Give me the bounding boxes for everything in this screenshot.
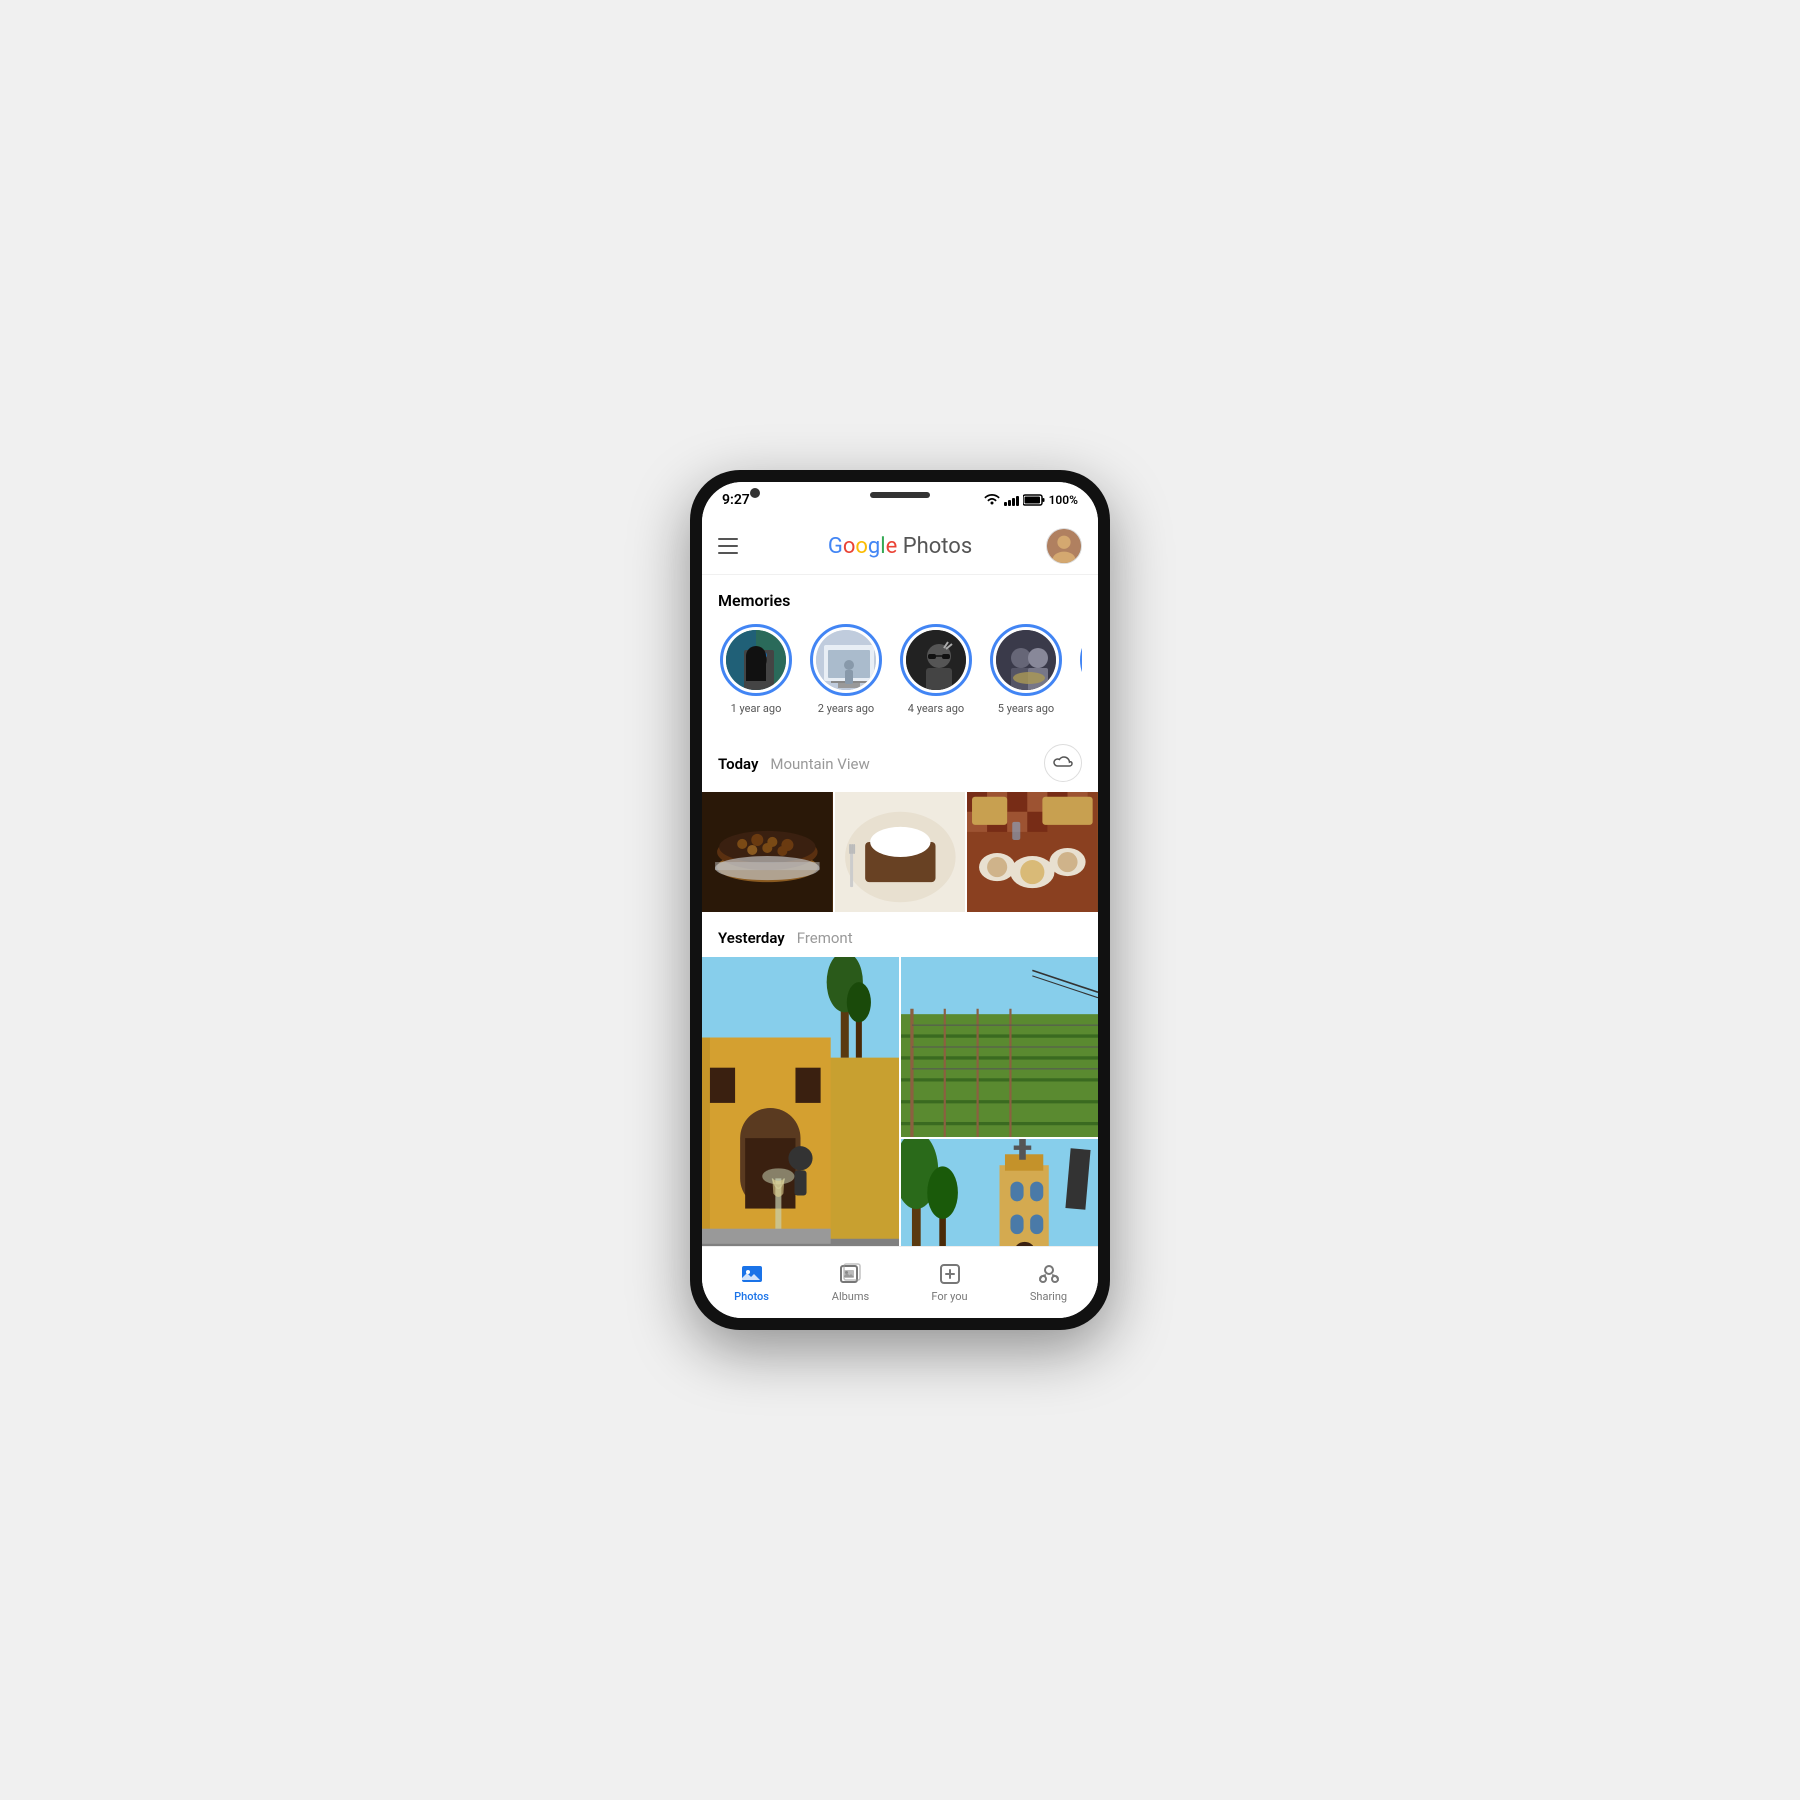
status-bar: 9:27 <box>702 482 1098 518</box>
yesterday-photo-top-right[interactable] <box>901 957 1098 1137</box>
google-letter-g: G <box>828 534 843 559</box>
memories-section: Memories <box>702 575 1098 732</box>
for-you-nav-label: For you <box>931 1290 967 1303</box>
today-section: Today Mountain View <box>702 732 1098 912</box>
today-date-row: Today Mountain View <box>718 754 870 773</box>
phone-speaker <box>870 492 930 498</box>
avatar-placeholder <box>1047 529 1081 563</box>
yesterday-photo-bottom-right[interactable] <box>901 1139 1098 1246</box>
today-photo-bg-2 <box>835 792 966 912</box>
app-header: Google Photos <box>702 518 1098 575</box>
today-photo-2[interactable] <box>835 792 966 912</box>
sharing-nav-icon <box>1037 1262 1061 1286</box>
google-letter-o2: o <box>855 534 868 559</box>
memory-circle-inner-4yr <box>906 630 966 690</box>
app-title: Google Photos <box>754 534 1046 559</box>
memory-item-5yr[interactable]: 5 years ago <box>988 624 1064 716</box>
menu-line <box>718 552 738 554</box>
menu-line <box>718 545 738 547</box>
memory-circle-inner-1yr <box>726 630 786 690</box>
phone-camera <box>750 488 760 498</box>
phone-screen: 9:27 <box>702 482 1098 1318</box>
menu-button[interactable] <box>718 528 754 564</box>
yesterday-photos-grid <box>702 957 1098 1246</box>
today-photo-bg-1 <box>702 792 833 912</box>
nav-photos[interactable]: Photos <box>702 1254 801 1311</box>
memory-photo-4yr <box>906 630 966 690</box>
yesterday-date-row: Yesterday Fremont <box>718 928 853 947</box>
battery-icon <box>1023 494 1045 506</box>
battery-percent: 100% <box>1049 493 1078 507</box>
cloud-backup-button[interactable] <box>1044 744 1082 782</box>
status-time: 9:27 <box>722 492 750 508</box>
memory-label-5yr: 5 years ago <box>998 702 1054 716</box>
google-letter-o1: o <box>843 534 856 559</box>
memory-label-2yr: 2 years ago <box>818 702 874 716</box>
albums-nav-label: Albums <box>832 1290 869 1303</box>
memories-row: 1 year ago <box>718 624 1082 724</box>
photos-nav-icon <box>740 1262 764 1286</box>
user-avatar[interactable] <box>1046 528 1082 564</box>
today-photos-grid <box>702 792 1098 912</box>
memory-circle-2yr <box>810 624 882 696</box>
signal-icon <box>1004 494 1019 506</box>
memory-photo-1yr <box>726 630 786 690</box>
nav-for-you[interactable]: For you <box>900 1254 999 1311</box>
nav-sharing[interactable]: Sharing <box>999 1254 1098 1311</box>
memory-item-8yr[interactable]: 8 years ago <box>1078 624 1082 716</box>
memory-item-4yr[interactable]: 4 years ago <box>898 624 974 716</box>
albums-nav-icon <box>839 1262 863 1286</box>
photos-nav-label: Photos <box>734 1290 769 1303</box>
yesterday-label: Yesterday <box>718 929 785 947</box>
wifi-icon <box>984 494 1000 506</box>
memory-label-4yr: 4 years ago <box>908 702 964 716</box>
today-photo-1[interactable] <box>702 792 833 912</box>
yesterday-location: Fremont <box>797 929 853 947</box>
memory-circle-4yr <box>900 624 972 696</box>
for-you-nav-icon <box>938 1262 962 1286</box>
yesterday-photo-main[interactable] <box>702 957 899 1246</box>
today-location: Mountain View <box>770 755 869 773</box>
today-label: Today <box>718 755 758 773</box>
yesterday-section: Yesterday Fremont <box>702 928 1098 1246</box>
memory-item-1yr[interactable]: 1 year ago <box>718 624 794 716</box>
status-icons: 100% <box>984 493 1078 507</box>
yesterday-header: Yesterday Fremont <box>702 928 1098 957</box>
bottom-nav: Photos Albums For you <box>702 1246 1098 1318</box>
memory-item-2yr[interactable]: 2 years ago <box>808 624 884 716</box>
memory-photo-2yr <box>816 630 876 690</box>
nav-albums[interactable]: Albums <box>801 1254 900 1311</box>
sharing-nav-label: Sharing <box>1030 1290 1067 1303</box>
memory-circle-inner-5yr <box>996 630 1056 690</box>
today-photo-bg-3 <box>967 792 1098 912</box>
memory-circle-8yr <box>1080 624 1082 696</box>
menu-line <box>718 538 738 540</box>
memory-label-1yr: 1 year ago <box>731 702 782 716</box>
memory-circle-5yr <box>990 624 1062 696</box>
memory-circle-1yr <box>720 624 792 696</box>
google-letter-g2: g <box>868 534 880 559</box>
phone-frame: 9:27 <box>690 470 1110 1330</box>
app-content: Google Photos Memories <box>702 518 1098 1246</box>
cloud-icon <box>1053 756 1073 770</box>
memories-title: Memories <box>718 591 1082 610</box>
photos-text: Photos <box>897 534 972 559</box>
memory-circle-inner-2yr <box>816 630 876 690</box>
google-letter-e: e <box>886 534 898 559</box>
memory-photo-5yr <box>996 630 1056 690</box>
today-header: Today Mountain View <box>702 744 1098 792</box>
today-photo-3[interactable] <box>967 792 1098 912</box>
